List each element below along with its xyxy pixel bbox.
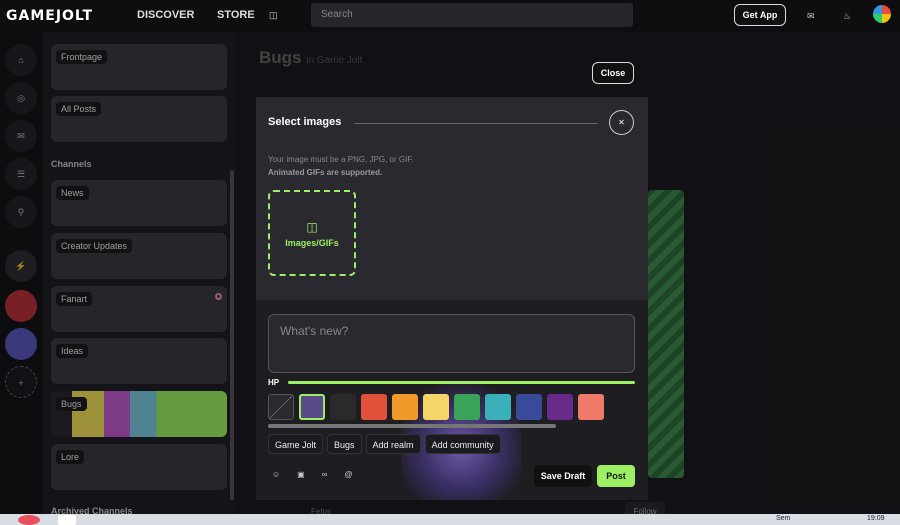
add-community-button[interactable]: Add community (424, 434, 501, 454)
close-icon[interactable]: ✕ (609, 110, 634, 135)
swatch-none[interactable] (268, 394, 294, 420)
background-swatches (268, 394, 604, 420)
gamejolt-logo[interactable]: GAMEJOLT (6, 8, 93, 24)
image-format-hint: Your image must be a PNG, JPG, or GIF. (268, 155, 414, 164)
get-app-button[interactable]: Get App (734, 4, 786, 26)
gif-icon[interactable]: ▣ (297, 470, 305, 479)
upload-images-button[interactable]: ◫ Images/GIFs (268, 190, 356, 276)
os-taskbar: Sem 19:09 (0, 514, 900, 525)
clock: 19:09 (867, 515, 885, 522)
swatch-blue[interactable] (516, 394, 542, 420)
app-icon[interactable] (58, 515, 76, 525)
add-realm-button[interactable]: Add realm (365, 434, 421, 454)
search-input[interactable]: Search (311, 3, 633, 27)
divider-line (354, 123, 598, 124)
swatch-green[interactable] (454, 394, 480, 420)
select-images-title: Select images (268, 116, 342, 128)
hp-bar (288, 381, 635, 384)
post-button[interactable]: Post (597, 465, 635, 487)
formatting-toolbar: ☺ ▣ ∞ @ (272, 470, 353, 479)
emoji-icon[interactable]: ☺ (272, 470, 280, 479)
mention-icon[interactable]: @ (344, 470, 352, 479)
post-text-input[interactable]: What's new? (268, 314, 635, 373)
tag-bugs[interactable]: Bugs (327, 434, 362, 454)
swatch-violet[interactable] (547, 394, 573, 420)
language-indicator: Sem (776, 515, 791, 522)
hp-label: HP (268, 378, 280, 387)
link-icon[interactable]: ∞ (322, 470, 328, 479)
store-link[interactable]: STORE (217, 9, 255, 21)
swatch-yellow[interactable] (423, 394, 449, 420)
upload-label: Images/GIFs (285, 238, 339, 248)
select-images-panel: Select images ✕ Your image must be a PNG… (256, 97, 648, 300)
swatch-pink[interactable] (578, 394, 604, 420)
post-composer: What's new? HP Game Jolt Bugs Add realm … (256, 300, 648, 500)
start-icon[interactable] (18, 515, 40, 525)
image-icon: ◫ (306, 220, 318, 234)
top-navigation-bar: GAMEJOLT DISCOVER STORE ◫ Search Get App… (0, 0, 900, 32)
swatch-orange[interactable] (392, 394, 418, 420)
activity-icon[interactable]: ◫ (269, 10, 278, 21)
swatch-teal[interactable] (485, 394, 511, 420)
chat-icon[interactable]: ✉ (807, 11, 815, 22)
user-avatar[interactable] (873, 5, 891, 23)
swatch-scrollbar[interactable] (268, 424, 556, 428)
post-tags: Game Jolt Bugs Add realm Add community (268, 434, 501, 454)
swatch-dark[interactable] (330, 394, 356, 420)
close-button[interactable]: Close (592, 62, 634, 84)
discover-link[interactable]: DISCOVER (137, 9, 194, 21)
swatch-red[interactable] (361, 394, 387, 420)
gif-support-hint: Animated GIFs are supported. (268, 168, 383, 177)
notifications-icon[interactable]: ♨ (843, 11, 851, 22)
tag-game-jolt[interactable]: Game Jolt (268, 434, 324, 454)
save-draft-button[interactable]: Save Draft (534, 465, 592, 487)
swatch-purple-selected[interactable] (299, 394, 325, 420)
